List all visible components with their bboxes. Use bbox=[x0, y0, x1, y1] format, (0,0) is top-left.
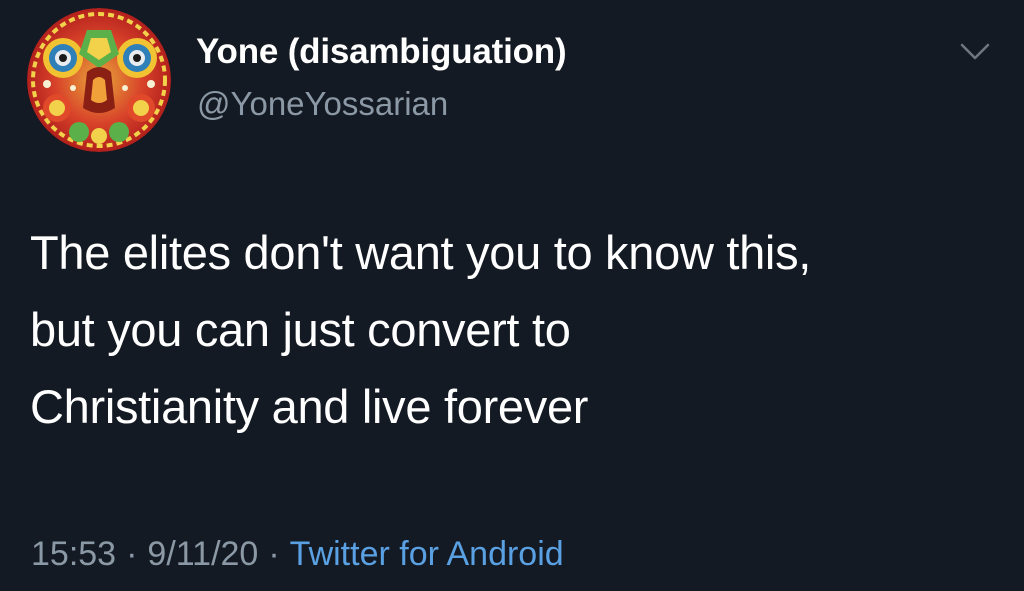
separator-dot: · bbox=[268, 535, 280, 573]
tweet-metadata: 15:53 · 9/11/20 · Twitter for Android bbox=[31, 535, 564, 574]
separator-dot: · bbox=[126, 535, 138, 573]
tweet-date[interactable]: 9/11/20 bbox=[147, 535, 258, 573]
tweet-card: Yone (disambiguation) @YoneYossarian The… bbox=[0, 0, 1024, 591]
psychedelic-mandala-avatar-icon bbox=[27, 8, 171, 152]
tweet-time[interactable]: 15:53 bbox=[31, 535, 116, 573]
tweet-source-link[interactable]: Twitter for Android bbox=[290, 535, 564, 573]
chevron-down-icon[interactable] bbox=[958, 40, 992, 64]
user-handle[interactable]: @YoneYossarian bbox=[197, 85, 448, 123]
tweet-text: The elites don't want you to know this, … bbox=[30, 226, 812, 433]
display-name[interactable]: Yone (disambiguation) bbox=[196, 32, 567, 72]
avatar[interactable] bbox=[27, 8, 171, 152]
